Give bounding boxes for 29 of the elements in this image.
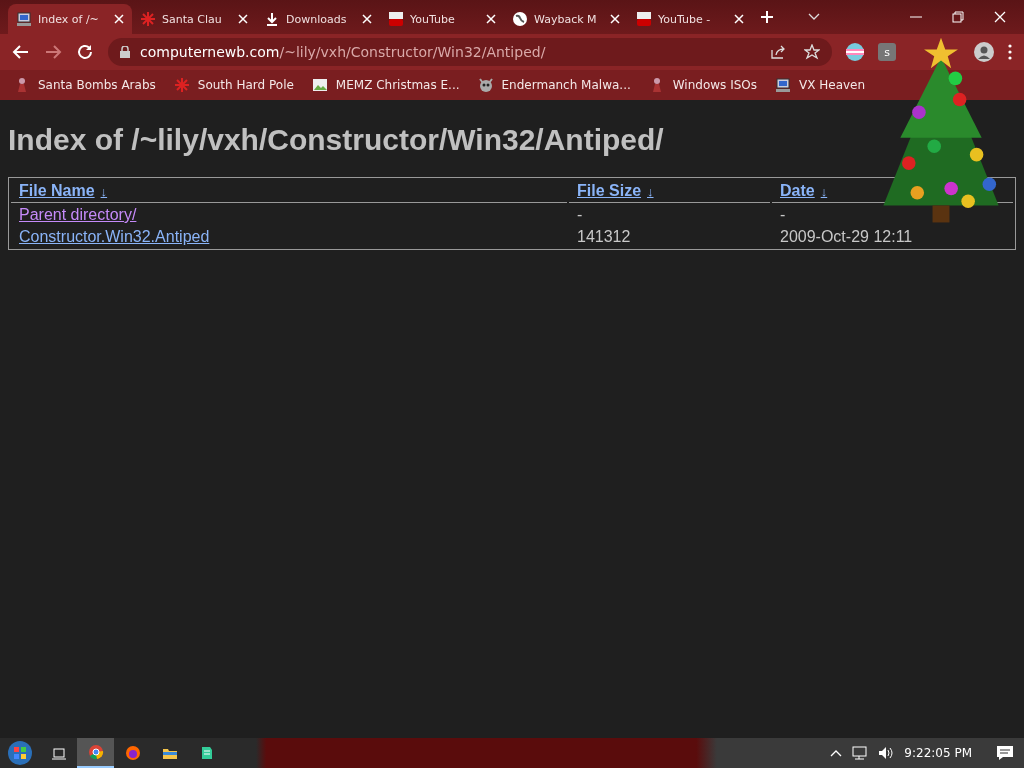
sort-arrow[interactable]: ↓ xyxy=(820,184,828,199)
clock-time[interactable]: 9:22:05 PM xyxy=(904,746,972,760)
browser-tab[interactable]: Santa Clau xyxy=(132,4,256,34)
page-heading: Index of /~lily/vxh/Constructor/Win32/Antiped/ xyxy=(8,123,665,157)
column-header-link[interactable]: File Size xyxy=(577,182,642,199)
browser-tab[interactable]: Index of /~ xyxy=(8,4,132,34)
extension-icon[interactable]: s xyxy=(878,43,896,61)
url-text: computernewb.com/~lily/vxh/Constructor/Win32/Antiped/ xyxy=(140,44,546,60)
file-link[interactable]: Constructor.Win32.Antiped xyxy=(19,228,210,245)
column-header-link[interactable]: Date xyxy=(780,182,815,199)
file-size: 141312 xyxy=(576,227,632,247)
browser-tab[interactable]: YouTube xyxy=(380,4,504,34)
sort-arrow[interactable]: ↓ xyxy=(647,184,654,199)
bookmark-link[interactable]: South Hard Pole xyxy=(197,78,294,92)
address-bar[interactable]: computernewb.com/~lily/vxh/Constructor/Win32/Antiped/ xyxy=(108,38,832,66)
bookmark-link[interactable]: Windows ISOs xyxy=(672,78,757,92)
column-header-link[interactable]: File Name xyxy=(19,182,95,199)
sort-arrow[interactable]: ↓ xyxy=(100,184,108,199)
file-link[interactable]: Parent directory/ xyxy=(19,206,137,223)
file-date: - xyxy=(779,205,787,225)
file-date: 2009-Oct-29 12:11 xyxy=(779,227,914,247)
bookmark-link[interactable]: MEMZ Christmas E... xyxy=(335,78,460,92)
bookmark-link[interactable]: Santa Bombs Arabs xyxy=(38,78,156,92)
browser-tab[interactable]: YouTube - xyxy=(628,4,752,34)
browser-tab[interactable]: Downloads xyxy=(256,4,380,34)
browser-tab[interactable]: Wayback M xyxy=(504,4,628,34)
file-size: - xyxy=(576,205,584,225)
bookmark-link[interactable]: VX Heaven xyxy=(799,78,866,92)
bookmark-link[interactable]: Endermanch Malwa... xyxy=(501,78,631,92)
